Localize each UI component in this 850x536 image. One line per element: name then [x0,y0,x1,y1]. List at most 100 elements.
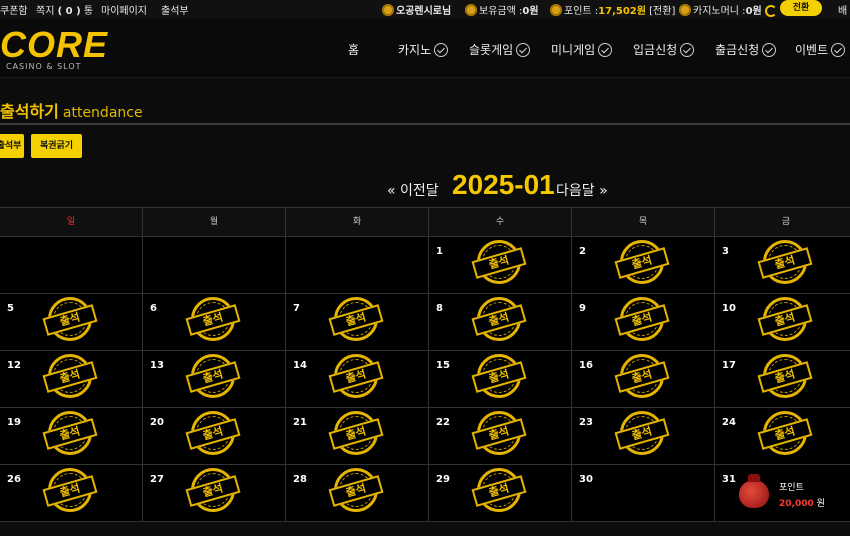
casino-money-info: 카지노머니 :0원 [679,2,777,17]
coupon-link[interactable]: 쿠폰함 [0,2,28,17]
day-number: 19 [7,417,21,428]
prev-month-link[interactable]: « 이전달 [387,180,439,200]
nav-slot-label: 슬롯게임 [469,43,514,57]
reward-label: 포인트 [779,483,804,493]
attendance-stamp-icon: 출석 [42,354,98,402]
casino-money-label: 카지노머니 : [693,6,746,17]
nav-home-label: 홈 [348,43,360,57]
attendance-stamp-icon: 출석 [185,354,241,402]
convert-button[interactable]: 전환 [780,0,822,16]
day-number: 14 [293,360,307,371]
day-number: 5 [7,303,14,314]
message-link[interactable]: 쪽지 ( 0 ) 통 [36,2,93,17]
calendar-day-cell: 16 출석 [571,350,715,408]
attendance-stamp-icon: 출석 [614,240,670,288]
mypage-link[interactable]: 마이페이지 [101,2,147,17]
attendance-stamp-icon: 출석 [757,354,813,402]
calendar-day-cell: 29 출석 [428,464,572,522]
attendance-stamp-icon: 출석 [185,468,241,516]
calendar-day-cell: 12 출석 [0,350,143,408]
coin-icon [382,4,394,16]
user-info: 오공렌시로님 [382,2,451,17]
day-number: 20 [150,417,164,428]
nav-deposit[interactable]: 입금신청 [633,41,695,58]
calendar-day-cell: 17 출석 [714,350,850,408]
attendance-stamp-icon: 출석 [471,354,527,402]
calendar-day-cell: 10 출석 [714,293,850,351]
message-suffix: 통 [83,6,94,17]
day-number: 15 [436,360,450,371]
day-number: 21 [293,417,307,428]
day-number: 28 [293,474,307,485]
page-title-english: attendance [62,105,143,121]
calendar-day-cell: 26 출석 [0,464,143,522]
calendar-day-cell: 20 출석 [142,407,286,465]
calendar-day-cell: 31 포인트 20,000 원 [714,464,850,522]
weekday-header: 일 [0,207,143,237]
day-number: 6 [150,303,157,314]
weekday-header: 금 [714,207,850,237]
nav-withdraw[interactable]: 출금신청 [715,41,777,58]
site-header: CORE CASINO & SLOT 홈 카지노 슬롯게임 미니게임 입금신청 … [0,18,850,78]
next-month-link[interactable]: 다음달 » [556,180,608,200]
check-circle-icon [680,43,695,57]
attendance-stamp-icon: 출석 [757,297,813,345]
message-count: ( 0 ) [57,6,81,17]
day-number: 22 [436,417,450,428]
calendar-day-cell: 19 출석 [0,407,143,465]
balance-info: 보유금액 :0원 [465,2,539,17]
calendar-day-cell [142,236,286,294]
calendar-day-cell: 21 출석 [285,407,429,465]
nav-slot[interactable]: 슬롯게임 [469,41,531,58]
calendar-day-cell [0,236,143,294]
balance-label: 보유금액 : [479,6,523,17]
tab-lottery-button[interactable]: 복권긁기 [31,134,82,158]
nav-casino[interactable]: 카지노 [398,41,449,58]
check-circle-icon [762,43,777,57]
calendar-day-cell: 1 출석 [428,236,572,294]
points-value: 17,502원 [598,6,646,17]
attendance-link[interactable]: 출석부 [161,2,189,17]
reward-amount-unit: 원 [813,499,825,509]
day-number: 1 [436,246,443,257]
nav-event[interactable]: 이벤트 [795,41,846,58]
calendar-day-cell: 2 출석 [571,236,715,294]
calendar-day-cell: 22 출석 [428,407,572,465]
nav-home[interactable]: 홈 [348,41,359,58]
calendar-day-cell: 6 출석 [142,293,286,351]
calendar-day-cell: 7 출석 [285,293,429,351]
top-utility-bar: 쿠폰함 쪽지 ( 0 ) 통 마이페이지 출석부 오공렌시로님 보유금액 :0원… [0,0,850,18]
day-number: 2 [579,246,586,257]
nav-withdraw-label: 출금신청 [715,43,760,57]
casino-money-value: 0원 [745,6,762,17]
wallet-icon [465,4,477,16]
nav-deposit-label: 입금신청 [633,43,678,57]
attendance-stamp-icon: 출석 [328,411,384,459]
day-number: 10 [722,303,736,314]
current-month: 2025-01 [452,169,555,200]
reward-amount-value: 20,000 [779,499,814,509]
points-convert-link[interactable]: [전환] [649,6,675,17]
attendance-stamp-icon: 출석 [471,411,527,459]
attendance-stamp-icon: 출석 [614,411,670,459]
logo[interactable]: CORE [0,24,108,66]
attendance-stamp-icon: 출석 [185,411,241,459]
page-title-korean: 출석하기 [0,102,59,121]
attendance-stamp-icon: 출석 [328,354,384,402]
attendance-stamp-icon: 출석 [614,297,670,345]
tab-attendance-button[interactable]: 출석부 [0,134,24,158]
day-number: 27 [150,474,164,485]
day-number: 16 [579,360,593,371]
month-navigation: « 이전달 2025-01 다음달 » [0,165,850,200]
attendance-stamp-icon: 출석 [757,240,813,288]
calendar-day-cell: 27 출석 [142,464,286,522]
check-circle-icon [434,43,449,57]
check-circle-icon [598,43,613,57]
casino-chip-icon [679,4,691,16]
refresh-icon[interactable] [764,5,777,17]
attendance-stamp-icon: 출석 [471,468,527,516]
nav-minigame[interactable]: 미니게임 [551,41,613,58]
calendar-day-cell: 8 출석 [428,293,572,351]
weekday-header: 화 [285,207,429,237]
title-divider [0,123,850,125]
